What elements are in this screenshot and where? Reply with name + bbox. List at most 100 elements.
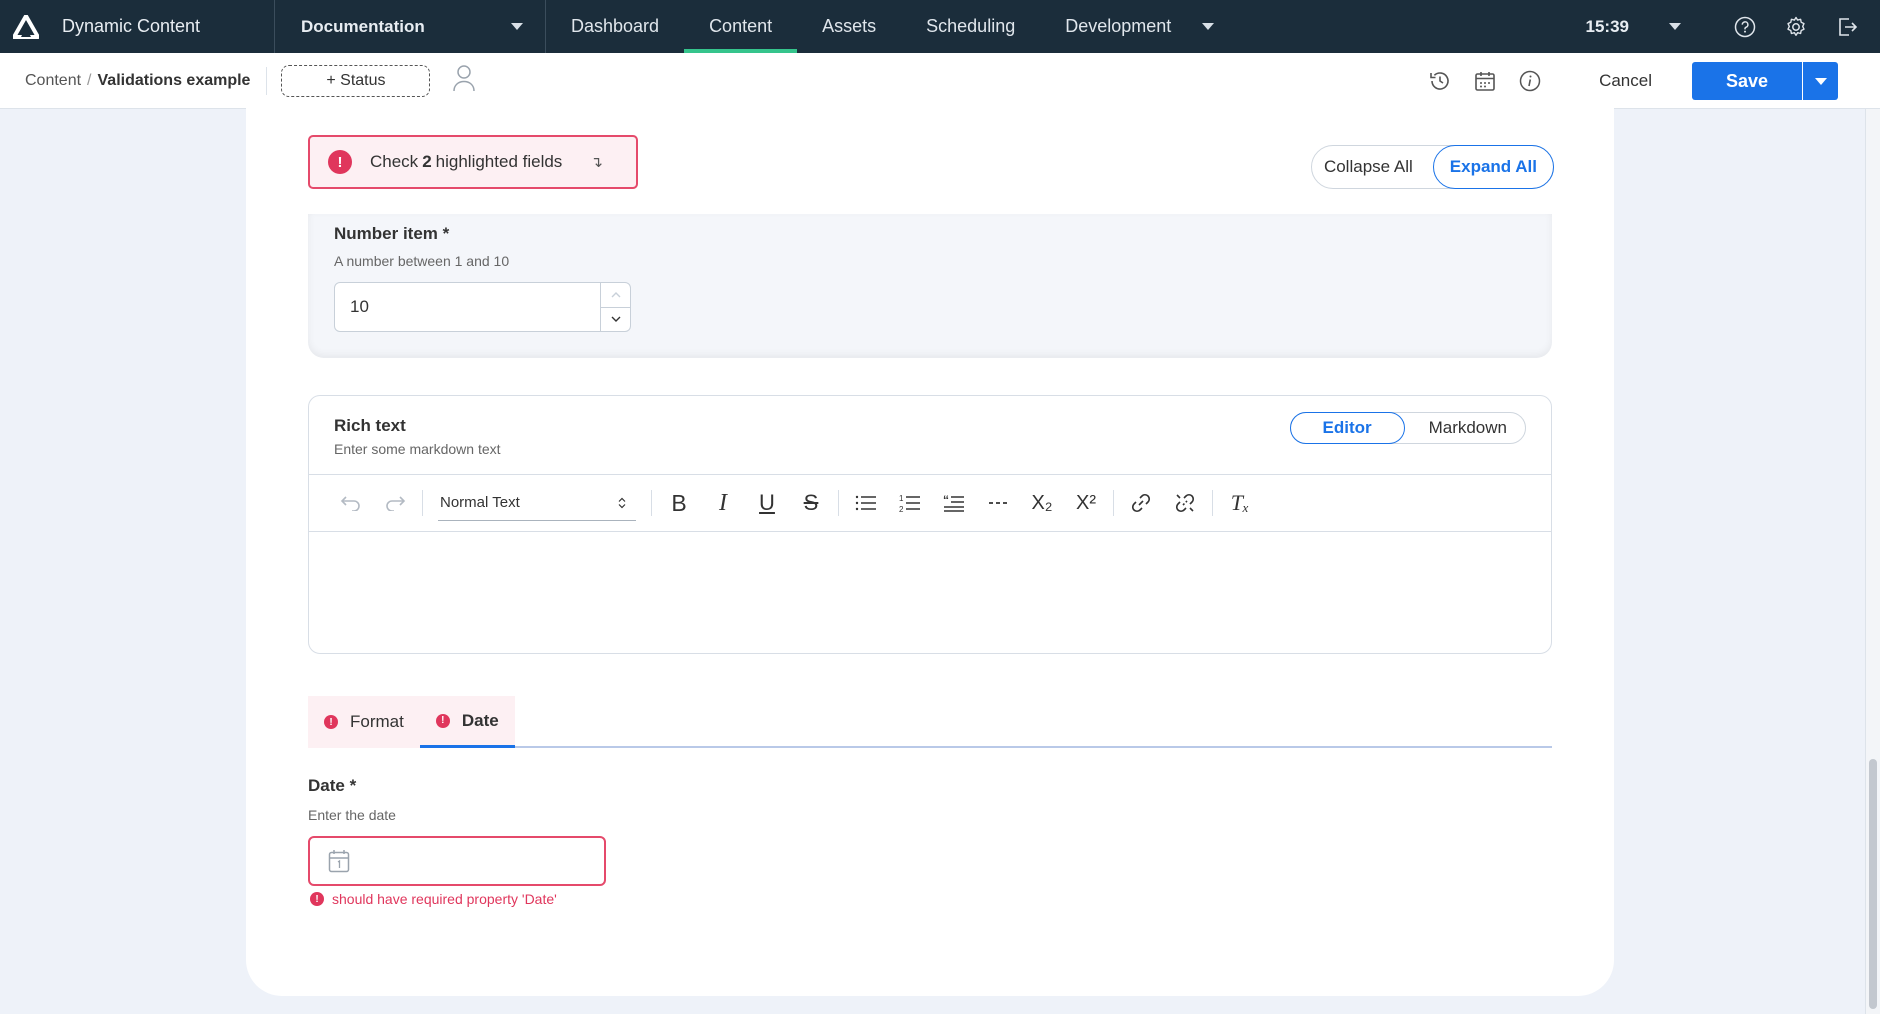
select-arrows-icon — [618, 497, 626, 508]
logo-icon[interactable] — [0, 0, 52, 53]
top-nav: Dynamic Content Documentation Dashboard … — [0, 0, 1880, 53]
number-field-description: A number between 1 and 10 — [334, 253, 510, 269]
markdown-mode-button[interactable]: Markdown — [1405, 418, 1525, 438]
toolbar-separator — [422, 490, 423, 516]
hub-selector[interactable]: Documentation — [275, 0, 545, 53]
bold-icon: B — [671, 489, 687, 516]
toolbar-separator — [651, 490, 652, 516]
breadcrumb-current: Validations example — [97, 71, 251, 89]
date-field-description: Enter the date — [308, 807, 396, 823]
validation-alert[interactable]: ! Check 2 highlighted fields ↴ — [308, 135, 638, 189]
text-style-select[interactable]: Normal Text — [438, 485, 636, 521]
editor-mode-button[interactable]: Editor — [1289, 412, 1405, 444]
rich-text-toolbar: Normal Text B I U S 12 “ X₂ X² Tₓ — [309, 474, 1551, 532]
tab-format-label: Format — [350, 712, 404, 731]
logout-icon[interactable] — [1821, 0, 1872, 53]
error-icon: ! — [328, 150, 352, 174]
jump-to-field-icon[interactable]: ↴ — [590, 153, 603, 171]
alert-suffix: highlighted fields — [435, 152, 563, 171]
content-form-card: ! Check 2 highlighted fields ↴ Collapse … — [246, 100, 1614, 996]
date-input[interactable] — [308, 836, 606, 886]
calendar-icon[interactable] — [328, 849, 350, 873]
date-error-text: should have required property 'Date' — [332, 891, 557, 907]
tab-assets[interactable]: Assets — [797, 0, 901, 53]
error-icon: ! — [435, 713, 450, 728]
strikethrough-icon: S — [803, 490, 819, 515]
status-button[interactable]: + Status — [281, 64, 431, 97]
alert-count: 2 — [422, 152, 432, 171]
tab-dashboard[interactable]: Dashboard — [546, 0, 684, 53]
help-icon[interactable] — [1719, 0, 1770, 53]
toolbar-separator — [838, 490, 839, 516]
cancel-button[interactable]: Cancel — [1599, 71, 1652, 91]
rich-text-description: Enter some markdown text — [334, 441, 501, 457]
tab-date-label: Date — [461, 710, 499, 730]
field-tabs: ! Format ! Date — [308, 696, 1552, 748]
collapse-expand-toggle: Collapse All Expand All — [1310, 145, 1554, 189]
svg-text:2: 2 — [899, 505, 904, 513]
svg-text:“: “ — [943, 494, 949, 507]
italic-icon: I — [719, 489, 727, 516]
editor-mode-toggle: Editor Markdown — [1289, 412, 1526, 444]
stepper-up-button[interactable] — [601, 283, 630, 307]
underline-icon: U — [759, 490, 775, 515]
clear-formatting-icon: Tₓ — [1230, 490, 1250, 515]
expand-all-button[interactable]: Expand All — [1432, 145, 1554, 189]
link-icon[interactable] — [1119, 483, 1163, 523]
horizontal-rule-icon[interactable] — [976, 483, 1020, 523]
save-button[interactable]: Save — [1692, 62, 1802, 100]
development-caret-icon[interactable] — [1202, 23, 1215, 30]
tab-scheduling[interactable]: Scheduling — [901, 0, 1040, 53]
tab-date[interactable]: ! Date — [419, 696, 515, 748]
collapse-all-button[interactable]: Collapse All — [1312, 157, 1433, 177]
error-icon: ! — [310, 892, 324, 906]
app-name: Dynamic Content — [62, 16, 201, 36]
subscript-button[interactable]: X₂ — [1020, 483, 1064, 523]
save-options-button[interactable] — [1802, 62, 1838, 100]
number-stepper — [600, 283, 630, 331]
rich-text-editor-area[interactable] — [309, 533, 1551, 653]
bullet-list-icon[interactable] — [844, 483, 888, 523]
italic-button[interactable]: I — [701, 483, 745, 523]
date-error-message: ! should have required property 'Date' — [310, 891, 557, 907]
unlink-icon[interactable] — [1163, 483, 1207, 523]
toolbar-divider — [266, 66, 268, 95]
subscript-icon: X₂ — [1031, 491, 1053, 514]
rich-text-panel: Rich text Enter some markdown text Edito… — [308, 395, 1552, 654]
superscript-icon: X² — [1076, 491, 1096, 514]
breadcrumb: Content / Validations example — [0, 72, 250, 90]
hub-label: Documentation — [301, 16, 425, 36]
number-input-value: 10 — [350, 297, 369, 316]
breadcrumb-separator: / — [87, 71, 92, 89]
user-icon[interactable] — [452, 64, 476, 97]
breadcrumb-root[interactable]: Content — [25, 72, 81, 90]
bold-button[interactable]: B — [657, 483, 701, 523]
underline-button[interactable]: U — [745, 483, 789, 523]
numbered-list-icon[interactable]: 12 — [888, 483, 932, 523]
blockquote-icon[interactable]: “ — [932, 483, 976, 523]
page-scrollbar[interactable] — [1865, 109, 1880, 1014]
text-style-value: Normal Text — [440, 494, 520, 511]
caret-down-icon — [1814, 77, 1827, 85]
clock: 15:39 — [1585, 16, 1629, 36]
redo-icon[interactable] — [373, 483, 417, 523]
stepper-down-button[interactable] — [601, 306, 630, 332]
caret-down-icon — [511, 23, 523, 30]
rich-text-label: Rich text — [334, 416, 406, 435]
clear-formatting-button[interactable]: Tₓ — [1218, 483, 1262, 523]
date-field-label: Date * — [308, 776, 357, 795]
undo-icon[interactable] — [329, 483, 373, 523]
tab-format[interactable]: ! Format — [308, 696, 420, 748]
number-input[interactable]: 10 — [334, 282, 631, 332]
scrollbar-thumb[interactable] — [1869, 759, 1877, 1009]
gear-icon[interactable] — [1770, 0, 1821, 53]
tab-development[interactable]: Development — [1040, 0, 1196, 53]
strikethrough-button[interactable]: S — [789, 483, 833, 523]
tab-content[interactable]: Content — [684, 0, 798, 53]
caret-down-icon[interactable] — [1669, 23, 1681, 30]
alert-prefix: Check — [370, 152, 419, 171]
error-icon: ! — [324, 715, 338, 729]
number-field-label: Number item * — [334, 224, 450, 243]
superscript-button[interactable]: X² — [1064, 483, 1108, 523]
toolbar-separator — [1212, 490, 1213, 516]
